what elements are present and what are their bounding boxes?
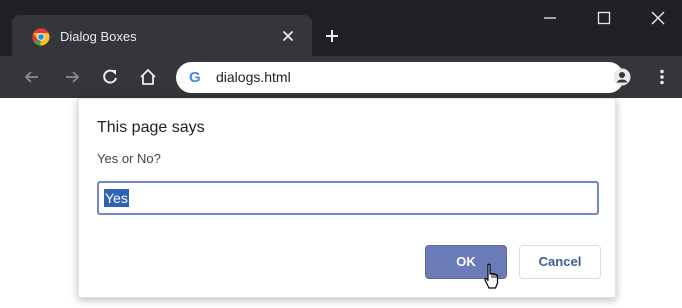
home-icon[interactable] [138,67,158,87]
profile-icon[interactable] [612,67,632,87]
prompt-input-value: Yes [104,189,129,207]
tab-title: Dialog Boxes [60,29,137,44]
google-g-icon: G [189,69,201,86]
chrome-logo-icon [32,28,50,46]
forward-arrow-icon[interactable] [62,67,82,87]
prompt-input[interactable]: Yes [97,181,599,215]
back-arrow-icon[interactable] [22,67,42,87]
cancel-button[interactable]: Cancel [519,245,601,279]
minimize-icon[interactable] [540,8,560,28]
browser-toolbar: G dialogs.html [0,56,682,98]
close-tab-icon[interactable] [280,28,296,44]
dialog-message: Yes or No? [97,151,161,166]
browser-title-bar: Dialog Boxes [0,0,682,56]
reload-icon[interactable] [100,67,120,87]
menu-dots-icon[interactable] [652,67,672,87]
tab-dialog-boxes[interactable]: Dialog Boxes [12,15,312,56]
plus-icon[interactable] [324,28,340,44]
maximize-icon[interactable] [594,8,614,28]
mouse-cursor-icon [484,263,499,289]
prompt-dialog: This page says Yes or No? Yes OK Cancel [78,98,616,298]
dialog-title: This page says [97,119,205,136]
close-icon[interactable] [648,8,668,28]
address-bar-url: dialogs.html [216,69,291,85]
address-bar[interactable]: G dialogs.html [176,62,624,93]
